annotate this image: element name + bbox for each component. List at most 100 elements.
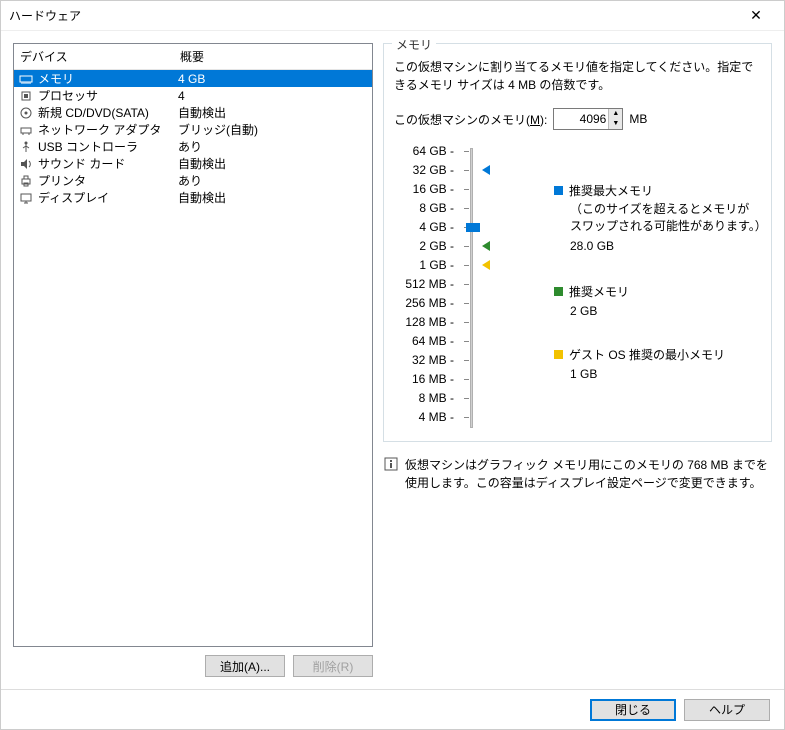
slider-tick-label: 64 MB - — [394, 332, 454, 351]
slider-dash — [464, 151, 469, 152]
slider-tick-label: 256 MB - — [394, 294, 454, 313]
device-name: サウンド カード — [38, 155, 178, 172]
device-summary: あり — [178, 138, 368, 155]
titlebar: ハードウェア ✕ — [1, 1, 784, 31]
close-button[interactable]: 閉じる — [590, 699, 676, 721]
memory-description: この仮想マシンに割り当てるメモリ値を指定してください。指定できるメモリ サイズは… — [394, 58, 761, 94]
slider-dash — [464, 379, 469, 380]
device-summary: 自動検出 — [178, 104, 368, 121]
slider-dash — [464, 303, 469, 304]
device-row[interactable]: プリンタあり — [14, 172, 372, 189]
legend-value: 2 GB — [570, 304, 761, 318]
device-row[interactable]: ディスプレイ自動検出 — [14, 189, 372, 206]
footer: 閉じる ヘルプ — [1, 689, 784, 729]
help-button[interactable]: ヘルプ — [684, 699, 770, 721]
legend-sublabel: （このサイズを超えるとメモリがスワップされる可能性があります。） — [570, 201, 761, 235]
legend-value: 28.0 GB — [570, 239, 761, 253]
memory-icon — [18, 71, 34, 87]
right-panel: メモリ この仮想マシンに割り当てるメモリ値を指定してください。指定できるメモリ … — [383, 43, 772, 677]
slider-tick-label: 4 MB - — [394, 408, 454, 427]
slider-marker-icon — [482, 165, 490, 175]
hardware-window: ハードウェア ✕ デバイス 概要 メモリ4 GBプロセッサ4新規 CD/DVD(… — [0, 0, 785, 730]
device-row[interactable]: ネットワーク アダプタブリッジ(自動) — [14, 121, 372, 138]
window-title: ハードウェア — [9, 7, 736, 24]
content-area: デバイス 概要 メモリ4 GBプロセッサ4新規 CD/DVD(SATA)自動検出… — [1, 31, 784, 689]
memory-spinner[interactable]: ▲ ▼ — [553, 108, 623, 130]
device-name: プロセッサ — [38, 87, 178, 104]
slider-tick-label: 4 GB - — [394, 218, 454, 237]
slider-thumb[interactable] — [466, 223, 480, 232]
legend-item: 推奨最大メモリ（このサイズを超えるとメモリがスワップされる可能性があります。）2… — [554, 182, 761, 253]
slider-tick-label: 1 GB - — [394, 256, 454, 275]
slider-dash — [464, 360, 469, 361]
slider-dash — [464, 284, 469, 285]
col-device-header[interactable]: デバイス — [14, 44, 174, 69]
slider-tick-label: 128 MB - — [394, 313, 454, 332]
memory-legend: 推奨最大メモリ（このサイズを超えるとメモリがスワップされる可能性があります。）2… — [514, 142, 761, 427]
device-name: USB コントローラ — [38, 138, 178, 155]
device-row[interactable]: サウンド カード自動検出 — [14, 155, 372, 172]
device-summary: 自動検出 — [178, 155, 368, 172]
legend-swatch-icon — [554, 186, 563, 195]
memory-slider-area: 64 GB -32 GB -16 GB -8 GB -4 GB -2 GB -1… — [394, 142, 761, 427]
device-name: プリンタ — [38, 172, 178, 189]
cpu-icon — [18, 88, 34, 104]
slider-dash — [464, 170, 469, 171]
slider-dash — [464, 265, 469, 266]
cd-icon — [18, 105, 34, 121]
sound-icon — [18, 156, 34, 172]
slider-track-bar — [470, 148, 473, 428]
legend-swatch-icon — [554, 287, 563, 296]
device-summary: ブリッジ(自動) — [178, 121, 368, 138]
device-row[interactable]: プロセッサ4 — [14, 87, 372, 104]
device-name: ディスプレイ — [38, 189, 178, 206]
spin-up-icon[interactable]: ▲ — [608, 109, 622, 119]
info-text: 仮想マシンはグラフィック メモリ用にこのメモリの 768 MB までを使用します… — [405, 456, 772, 492]
device-row[interactable]: メモリ4 GB — [14, 70, 372, 87]
device-summary: 4 — [178, 89, 368, 103]
device-row[interactable]: 新規 CD/DVD(SATA)自動検出 — [14, 104, 372, 121]
usb-icon — [18, 139, 34, 155]
slider-marker-icon — [482, 241, 490, 251]
legend-label: 推奨メモリ — [569, 285, 629, 299]
slider-dash — [464, 246, 469, 247]
device-summary: あり — [178, 172, 368, 189]
device-name: メモリ — [38, 70, 178, 87]
spin-down-icon[interactable]: ▼ — [608, 119, 622, 129]
info-icon — [383, 456, 399, 492]
info-row: 仮想マシンはグラフィック メモリ用にこのメモリの 768 MB までを使用します… — [383, 456, 772, 492]
slider-tick-label: 8 GB - — [394, 199, 454, 218]
display-icon — [18, 190, 34, 206]
col-summary-header[interactable]: 概要 — [174, 44, 372, 69]
slider-dash — [464, 398, 469, 399]
add-button[interactable]: 追加(A)... — [205, 655, 285, 677]
slider-marker-icon — [482, 260, 490, 270]
slider-dash — [464, 189, 469, 190]
slider-track[interactable] — [464, 142, 504, 427]
slider-dash — [464, 208, 469, 209]
legend-label: ゲスト OS 推奨の最小メモリ — [569, 348, 725, 362]
memory-unit: MB — [629, 112, 647, 126]
device-name: ネットワーク アダプタ — [38, 121, 178, 138]
slider-dash — [464, 417, 469, 418]
memory-groupbox: メモリ この仮想マシンに割り当てるメモリ値を指定してください。指定できるメモリ … — [383, 43, 772, 442]
slider-ticks: 64 GB -32 GB -16 GB -8 GB -4 GB -2 GB -1… — [394, 142, 454, 427]
printer-icon — [18, 173, 34, 189]
device-name: 新規 CD/DVD(SATA) — [38, 104, 178, 121]
legend-swatch-icon — [554, 350, 563, 359]
device-list: デバイス 概要 メモリ4 GBプロセッサ4新規 CD/DVD(SATA)自動検出… — [13, 43, 373, 647]
slider-tick-label: 2 GB - — [394, 237, 454, 256]
slider-tick-label: 8 MB - — [394, 389, 454, 408]
slider-dash — [464, 341, 469, 342]
close-icon[interactable]: ✕ — [736, 7, 776, 24]
slider-tick-label: 16 GB - — [394, 180, 454, 199]
remove-button: 削除(R) — [293, 655, 373, 677]
device-row[interactable]: USB コントローラあり — [14, 138, 372, 155]
slider-tick-label: 64 GB - — [394, 142, 454, 161]
spinner-buttons: ▲ ▼ — [608, 109, 622, 129]
slider-tick-label: 512 MB - — [394, 275, 454, 294]
legend-item: 推奨メモリ 2 GB — [554, 283, 761, 318]
slider-tick-label: 32 GB - — [394, 161, 454, 180]
slider-dash — [464, 322, 469, 323]
slider-tick-label: 16 MB - — [394, 370, 454, 389]
